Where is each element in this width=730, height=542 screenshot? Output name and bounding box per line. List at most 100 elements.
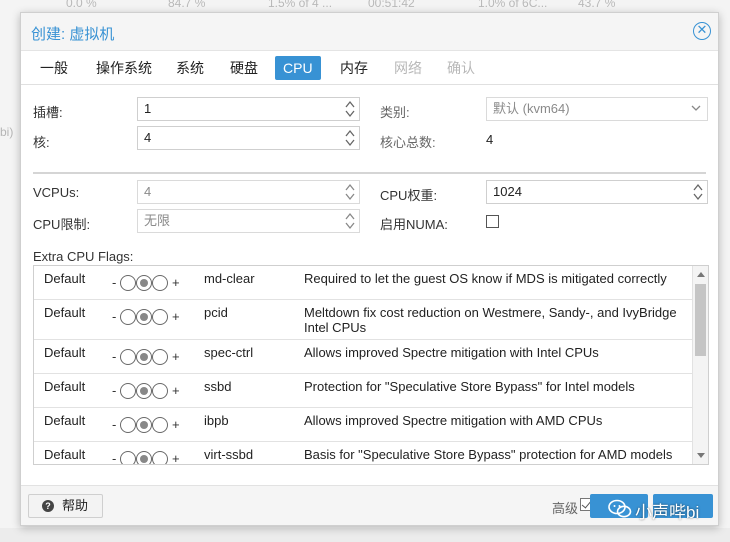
radio-off[interactable] bbox=[120, 417, 136, 433]
spinner-icon[interactable] bbox=[345, 212, 355, 230]
dialog-titlebar: 创建: 虚拟机 ✕ bbox=[21, 13, 718, 51]
tab-system[interactable]: 系统 bbox=[168, 56, 212, 80]
radio-off[interactable] bbox=[120, 275, 136, 291]
type-label: 类别: bbox=[380, 105, 410, 120]
tri-state-switch[interactable]: - + bbox=[112, 450, 182, 465]
tab-confirm: 确认 bbox=[447, 60, 475, 76]
flag-state: Default bbox=[44, 413, 86, 428]
scroll-down-icon[interactable] bbox=[697, 453, 705, 458]
minus-label: - bbox=[112, 309, 117, 324]
flag-description: Allows improved Spectre mitigation with … bbox=[304, 413, 603, 428]
radio-default[interactable] bbox=[136, 417, 152, 433]
radio-off[interactable] bbox=[120, 349, 136, 365]
radio-default[interactable] bbox=[136, 383, 152, 399]
radio-on[interactable] bbox=[152, 451, 168, 464]
tab-bar: 一般 操作系统 系统 硬盘 CPU 内存 网络 确认 bbox=[21, 51, 718, 85]
radio-default[interactable] bbox=[136, 349, 152, 365]
spinner-icon[interactable] bbox=[345, 129, 355, 147]
help-icon: ? bbox=[42, 500, 54, 512]
bg-stat: 1.5% of 4 ... bbox=[268, 0, 333, 10]
tri-state-switch[interactable]: - + bbox=[112, 348, 182, 366]
tab-general[interactable]: 一般 bbox=[32, 56, 76, 80]
flag-state: Default bbox=[44, 305, 86, 320]
sockets-value: 1 bbox=[144, 101, 152, 116]
flag-state: Default bbox=[44, 447, 86, 462]
vcpus-value: 4 bbox=[144, 184, 152, 199]
cores-field[interactable]: 4 bbox=[137, 126, 360, 150]
chevron-down-icon[interactable] bbox=[691, 105, 701, 112]
tab-disk[interactable]: 硬盘 bbox=[222, 56, 266, 80]
cpu-limit-field[interactable]: 无限 bbox=[137, 209, 360, 233]
tab-memory[interactable]: 内存 bbox=[332, 56, 376, 80]
numa-checkbox[interactable] bbox=[486, 215, 499, 228]
flag-name: ibpb bbox=[204, 413, 229, 428]
bg-bottom-bar bbox=[0, 528, 730, 542]
background-stats: 0.0 % 84.7 % 1.5% of 4 ... 00:51:42 1.0%… bbox=[0, 0, 730, 12]
cpu-weight-field[interactable]: 1024 bbox=[486, 180, 708, 204]
cpu-type-value: 默认 (kvm64) bbox=[493, 101, 570, 116]
radio-on[interactable] bbox=[152, 309, 168, 325]
tab-cpu[interactable]: CPU bbox=[275, 56, 321, 80]
cores-value: 4 bbox=[144, 130, 152, 145]
table-row: Default - + md-clear Required to let the… bbox=[34, 266, 692, 300]
minus-label: - bbox=[112, 275, 117, 290]
tab-os[interactable]: 操作系统 bbox=[88, 56, 160, 80]
flag-name: ssbd bbox=[204, 379, 232, 394]
plus-label: + bbox=[172, 417, 180, 432]
spinner-icon[interactable] bbox=[693, 183, 703, 201]
tri-state-switch[interactable]: - + bbox=[112, 274, 182, 292]
vcpus-field[interactable]: 4 bbox=[137, 180, 360, 204]
flag-description: Protection for "Speculative Store Bypass… bbox=[304, 379, 635, 394]
spinner-icon[interactable] bbox=[345, 183, 355, 201]
cpu-flags-grid: Default - + md-clear Required to let the… bbox=[33, 265, 709, 465]
bg-stat: 43.7 % bbox=[578, 0, 616, 10]
radio-on[interactable] bbox=[152, 275, 168, 291]
radio-off[interactable] bbox=[120, 309, 136, 325]
flag-name: md-clear bbox=[204, 271, 255, 286]
tri-state-switch[interactable]: - + bbox=[112, 416, 182, 434]
plus-label: + bbox=[172, 309, 180, 324]
plus-label: + bbox=[172, 275, 180, 290]
cpu-limit-label: CPU限制: bbox=[33, 217, 91, 232]
help-label: 帮助 bbox=[62, 498, 89, 513]
cpu-weight-value: 1024 bbox=[493, 184, 522, 199]
help-button[interactable]: ? 帮助 bbox=[28, 494, 103, 518]
sockets-label: 插槽: bbox=[33, 105, 63, 120]
radio-default[interactable] bbox=[136, 309, 152, 325]
radio-on[interactable] bbox=[152, 349, 168, 365]
cpu-weight-label: CPU权重: bbox=[380, 188, 438, 203]
bg-fragment: bi) bbox=[0, 125, 14, 139]
minus-label: - bbox=[112, 383, 117, 398]
table-row: Default - + ibpb Allows improved Spectre… bbox=[34, 408, 692, 442]
sockets-field[interactable]: 1 bbox=[137, 97, 360, 121]
radio-off[interactable] bbox=[120, 383, 136, 399]
advanced-label: 高级 bbox=[551, 501, 578, 516]
plus-label: + bbox=[172, 349, 180, 364]
radio-default[interactable] bbox=[136, 451, 152, 464]
scroll-thumb[interactable] bbox=[695, 284, 706, 356]
tri-state-switch[interactable]: - + bbox=[112, 308, 182, 326]
radio-on[interactable] bbox=[152, 417, 168, 433]
tri-state-switch[interactable]: - + bbox=[112, 382, 182, 400]
radio-off[interactable] bbox=[120, 451, 136, 464]
scroll-up-icon[interactable] bbox=[697, 272, 705, 277]
radio-default[interactable] bbox=[136, 275, 152, 291]
plus-label: + bbox=[172, 451, 180, 465]
flag-state: Default bbox=[44, 271, 86, 286]
radio-on[interactable] bbox=[152, 383, 168, 399]
vertical-scrollbar[interactable] bbox=[692, 266, 708, 464]
flag-name: virt-ssbd bbox=[204, 447, 254, 462]
spinner-icon[interactable] bbox=[345, 100, 355, 118]
table-row: Default - + virt-ssbd Basis for "Specula… bbox=[34, 442, 692, 465]
bg-stat: 00:51:42 bbox=[368, 0, 415, 10]
minus-label: - bbox=[112, 349, 117, 364]
minus-label: - bbox=[112, 417, 117, 432]
cpu-limit-value: 无限 bbox=[144, 213, 171, 228]
flag-state: Default bbox=[44, 345, 86, 360]
watermark-text: 小声哔bi bbox=[635, 503, 700, 522]
tab-network: 网络 bbox=[394, 60, 422, 76]
cores-label: 核: bbox=[33, 135, 50, 150]
flag-state: Default bbox=[44, 379, 86, 394]
close-icon[interactable]: ✕ bbox=[693, 22, 711, 40]
cpu-type-combo[interactable]: 默认 (kvm64) bbox=[486, 97, 708, 121]
